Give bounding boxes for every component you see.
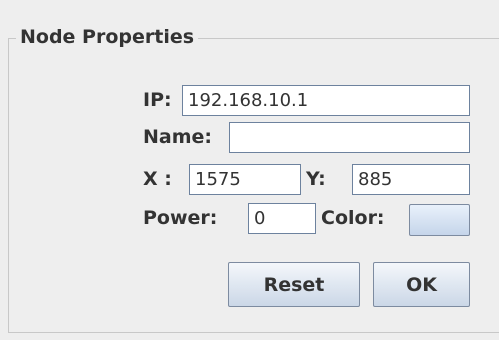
node-properties-panel: Node Properties IP: Name: X : Y: Power: … (0, 0, 499, 340)
color-label: Color: (321, 207, 385, 229)
reset-button[interactable]: Reset (228, 262, 360, 307)
name-input[interactable] (229, 122, 470, 153)
ip-label: IP: (143, 89, 172, 111)
x-label: X : (143, 168, 172, 190)
power-label: Power: (143, 207, 218, 229)
color-picker-button[interactable] (409, 204, 470, 236)
ok-button[interactable]: OK (373, 262, 470, 307)
panel-title: Node Properties (16, 23, 199, 51)
y-input[interactable] (352, 164, 470, 195)
ip-input[interactable] (182, 85, 470, 116)
y-label: Y: (306, 168, 326, 190)
power-input[interactable] (248, 203, 316, 234)
name-label: Name: (143, 126, 213, 148)
x-input[interactable] (189, 164, 301, 195)
